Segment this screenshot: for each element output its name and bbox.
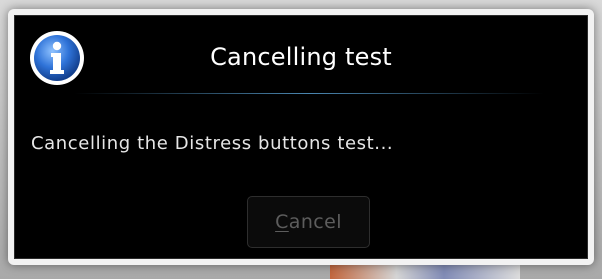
cancel-button-mnemonic: C bbox=[275, 211, 289, 233]
alert-dialog: Cancelling test Cancelling the Distress … bbox=[8, 9, 594, 265]
cancel-button[interactable]: Cancel bbox=[247, 196, 370, 248]
dialog-title: Cancelling test bbox=[210, 43, 392, 71]
cancel-button-label: ancel bbox=[288, 211, 342, 233]
dialog-message: Cancelling the Distress buttons test... bbox=[31, 133, 394, 154]
title-divider bbox=[74, 93, 544, 94]
dialog-title-bar: Cancelling test bbox=[14, 15, 588, 97]
